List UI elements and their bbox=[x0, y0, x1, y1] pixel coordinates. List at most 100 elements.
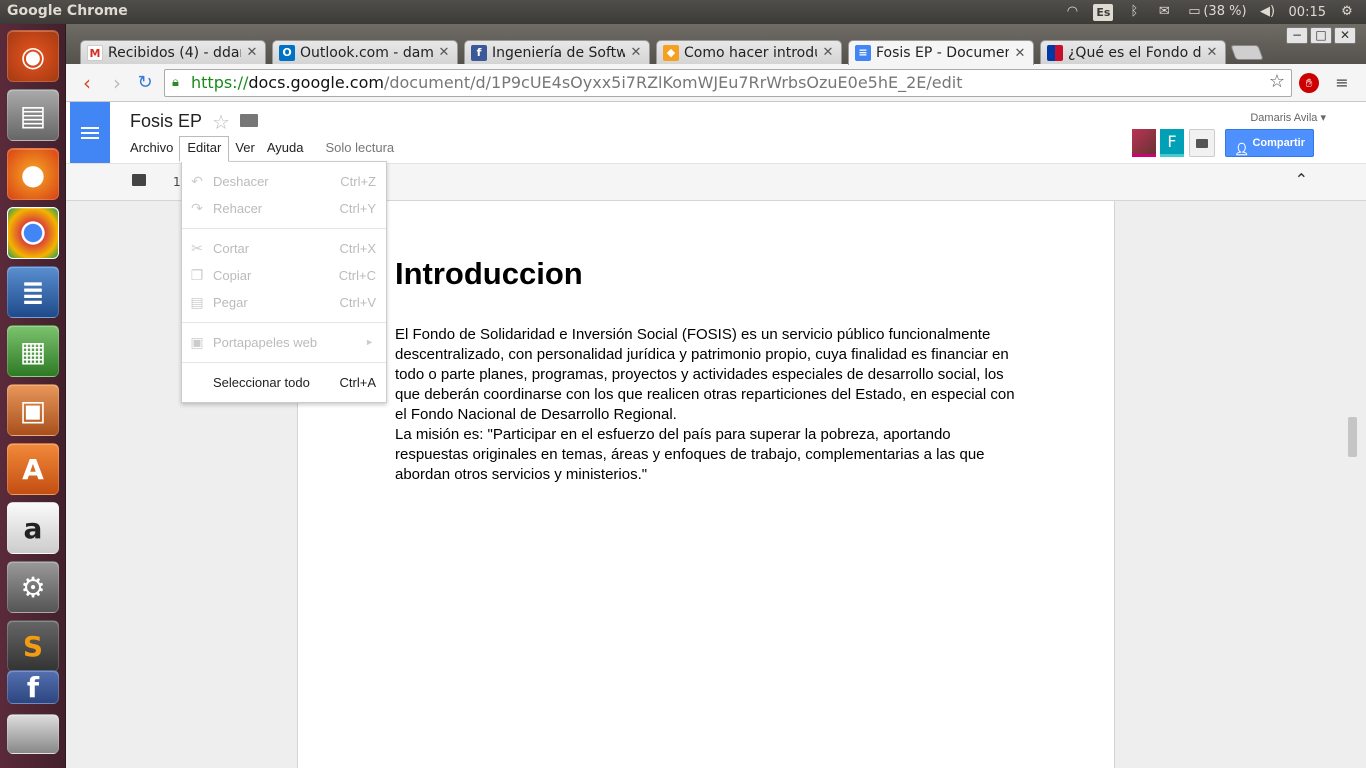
volume-icon[interactable]: ◀) bbox=[1259, 4, 1277, 20]
top-panel: Google Chrome ◠ Es ᛒ ✉ ▭ (38 %) ◀) 00:15 … bbox=[0, 0, 1366, 24]
battery-indicator[interactable]: ▭ (38 %) bbox=[1185, 4, 1246, 20]
comments-button[interactable] bbox=[1189, 129, 1215, 157]
system-settings-icon[interactable]: ⚙ bbox=[7, 561, 59, 613]
collaborator-avatar[interactable]: F bbox=[1160, 129, 1184, 157]
libreoffice-writer-icon[interactable]: ≣ bbox=[7, 266, 59, 318]
copy-icon: ❐ bbox=[190, 267, 204, 283]
menu-item-shortcut: Ctrl+C bbox=[338, 268, 376, 283]
print-icon[interactable] bbox=[132, 174, 146, 186]
tab-como-hacer[interactable]: ◆ Como hacer introduc… ✕ bbox=[656, 40, 842, 64]
facebook-icon[interactable]: f bbox=[7, 670, 59, 704]
user-account-menu[interactable]: Damaris Avila ▾ bbox=[1250, 111, 1326, 124]
docs-icon: ≡ bbox=[855, 45, 871, 61]
menu-item-seleccionar-todo[interactable]: Seleccionar todo Ctrl+A bbox=[182, 369, 386, 396]
docs-app: Fosis EP ☆ Archivo Editar Ver Ayuda Solo… bbox=[66, 102, 1366, 768]
close-icon[interactable]: ✕ bbox=[821, 45, 835, 60]
menu-item-shortcut: Ctrl+V bbox=[339, 295, 376, 310]
menu-ayuda[interactable]: Ayuda bbox=[261, 136, 310, 162]
workspace-switcher-icon[interactable] bbox=[7, 714, 59, 754]
menu-item-cortar[interactable]: ✂ Cortar Ctrl+X bbox=[182, 235, 386, 262]
tab-facebook[interactable]: f Ingeniería de Softwar… ✕ bbox=[464, 40, 650, 64]
firefox-icon[interactable]: ● bbox=[7, 148, 59, 200]
menu-item-label: Deshacer bbox=[213, 174, 269, 189]
gear-icon[interactable]: ⚙ bbox=[1338, 4, 1356, 20]
back-button[interactable]: ‹ bbox=[76, 72, 98, 94]
chrome-icon[interactable] bbox=[7, 207, 59, 259]
keyboard-layout-indicator[interactable]: Es bbox=[1093, 3, 1114, 21]
folder-icon[interactable] bbox=[240, 114, 258, 127]
document-heading: Introduccion bbox=[395, 256, 583, 291]
forward-button[interactable]: › bbox=[106, 72, 128, 94]
menu-item-shortcut: Ctrl+X bbox=[339, 241, 376, 256]
amazon-icon[interactable]: a bbox=[7, 502, 59, 554]
close-icon[interactable]: ✕ bbox=[245, 45, 259, 60]
menu-bar: Archivo Editar Ver Ayuda Solo lectura bbox=[124, 136, 400, 162]
menu-item-label: Rehacer bbox=[213, 201, 263, 216]
menu-item-copiar[interactable]: ❐ Copiar Ctrl+C bbox=[182, 262, 386, 289]
tab-title: Ingeniería de Softwar… bbox=[492, 44, 625, 61]
chevron-down-icon: ▾ bbox=[1320, 112, 1326, 124]
collapse-toolbar-icon[interactable]: ⌃ bbox=[1295, 170, 1308, 189]
outlook-icon: O bbox=[279, 44, 295, 61]
menu-divider bbox=[182, 228, 386, 229]
new-tab-button[interactable] bbox=[1230, 45, 1264, 60]
adblock-icon[interactable]: ✋︎ bbox=[1299, 73, 1319, 93]
software-center-icon[interactable]: A bbox=[7, 443, 59, 495]
menu-item-shortcut: Ctrl+A bbox=[339, 375, 376, 390]
url-path: /document/d/1P9cUE4sOyxx5i7RZlKomWJEu7Rr… bbox=[383, 73, 963, 92]
star-icon[interactable]: ☆ bbox=[212, 110, 230, 134]
tab-title: Outlook.com - damii_… bbox=[300, 44, 433, 61]
address-bar[interactable]: 🔒︎ https://docs.google.com/document/d/1P9… bbox=[164, 69, 1292, 97]
menu-item-rehacer[interactable]: ↷ Rehacer Ctrl+Y bbox=[182, 195, 386, 222]
tab-gmail[interactable]: M Recibidos (4) - ddama… ✕ bbox=[80, 40, 266, 64]
undo-icon: ↶ bbox=[191, 173, 203, 189]
menu-archivo[interactable]: Archivo bbox=[124, 136, 179, 162]
menu-ver[interactable]: Ver bbox=[229, 136, 261, 162]
docs-home-icon[interactable] bbox=[70, 102, 110, 163]
close-icon[interactable]: ✕ bbox=[1205, 45, 1219, 60]
scrollbar[interactable] bbox=[1348, 417, 1357, 457]
document-page[interactable]: Introduccion El Fondo de Solidaridad e I… bbox=[297, 201, 1115, 768]
tab-que-es-fondo[interactable]: ¿Qué es el Fondo de S… ✕ bbox=[1040, 40, 1226, 64]
paragraph: El Fondo de Solidaridad e Inversión Soci… bbox=[395, 326, 1015, 423]
libreoffice-calc-icon[interactable]: ▦ bbox=[7, 325, 59, 377]
cut-icon: ✂ bbox=[191, 240, 203, 256]
menu-item-shortcut: Ctrl+Y bbox=[339, 201, 376, 216]
edit-menu-dropdown: ↶ Deshacer Ctrl+Z ↷ Rehacer Ctrl+Y ✂ Cor… bbox=[181, 161, 387, 403]
close-icon[interactable]: ✕ bbox=[437, 45, 451, 60]
tab-outlook[interactable]: O Outlook.com - damii_… ✕ bbox=[272, 40, 458, 64]
menu-editar[interactable]: Editar bbox=[179, 136, 230, 162]
tab-fosis-docs[interactable]: ≡ Fosis EP - Documento… ✕ bbox=[848, 40, 1034, 65]
ubuntu-dash-icon[interactable]: ◉ bbox=[7, 30, 59, 82]
chrome-menu-icon[interactable]: ≡ bbox=[1331, 72, 1353, 94]
bookmark-star-icon[interactable]: ☆ bbox=[1266, 71, 1288, 93]
avatar[interactable] bbox=[1132, 129, 1156, 157]
close-window-button[interactable]: ✕ bbox=[1334, 27, 1356, 44]
bluetooth-icon[interactable]: ᛒ bbox=[1125, 4, 1143, 20]
clock[interactable]: 00:15 bbox=[1289, 5, 1326, 20]
gmail-icon: M bbox=[87, 44, 103, 61]
maximize-button[interactable]: □ bbox=[1310, 27, 1332, 44]
reload-button[interactable]: ↻ bbox=[134, 72, 156, 94]
document-title[interactable]: Fosis EP bbox=[130, 111, 202, 132]
wifi-icon[interactable]: ◠ bbox=[1063, 4, 1081, 20]
share-button[interactable]: 👤︎ Compartir bbox=[1225, 129, 1314, 157]
menu-item-label: Cortar bbox=[213, 241, 250, 256]
battery-icon: ▭ bbox=[1188, 4, 1201, 19]
files-icon[interactable]: ▤ bbox=[7, 89, 59, 141]
close-icon[interactable]: ✕ bbox=[629, 45, 643, 60]
minimize-button[interactable]: − bbox=[1286, 27, 1308, 44]
sublime-text-icon[interactable]: S bbox=[7, 620, 59, 672]
browser-toolbar: ‹ › ↻ 🔒︎ https://docs.google.com/document… bbox=[66, 64, 1366, 102]
menu-item-pegar[interactable]: ▤ Pegar Ctrl+V bbox=[182, 289, 386, 316]
close-icon[interactable]: ✕ bbox=[1013, 46, 1027, 61]
menu-item-portapapeles-web[interactable]: ▣ Portapapeles web ► bbox=[182, 329, 386, 356]
menu-item-deshacer[interactable]: ↶ Deshacer Ctrl+Z bbox=[182, 168, 386, 195]
libreoffice-impress-icon[interactable]: ▣ bbox=[7, 384, 59, 436]
mail-icon[interactable]: ✉ bbox=[1155, 4, 1173, 20]
tab-title: Fosis EP - Documento… bbox=[876, 45, 1009, 61]
tab-title: Como hacer introduc… bbox=[684, 44, 817, 61]
submenu-arrow-icon: ► bbox=[365, 337, 374, 347]
menu-item-label: Seleccionar todo bbox=[213, 375, 310, 390]
lock-icon: 🔒︎ bbox=[172, 75, 179, 90]
